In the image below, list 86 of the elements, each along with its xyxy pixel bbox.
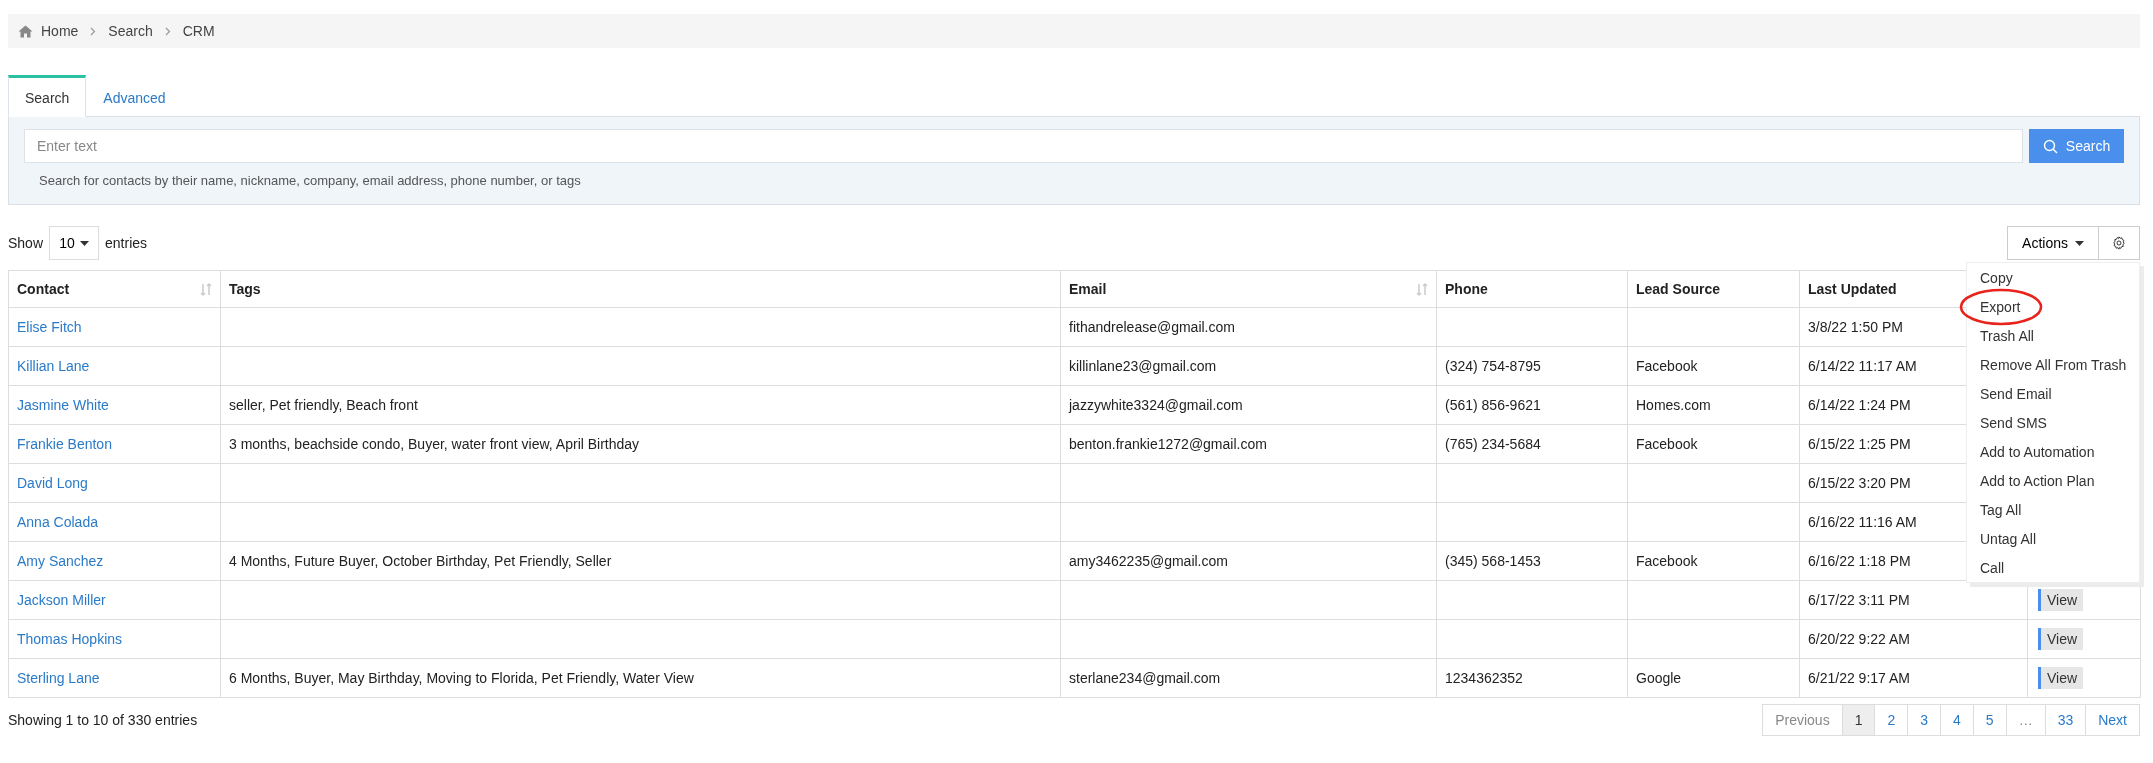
settings-icon <box>2112 236 2126 250</box>
column-header: Contact <box>17 281 70 297</box>
menu-item[interactable]: Untag All <box>1980 530 2037 547</box>
menu-item[interactable]: Send SMS <box>1980 414 2047 431</box>
home-icon[interactable] <box>18 24 33 38</box>
page-link[interactable]: 2 <box>1874 704 1909 736</box>
tab[interactable]: Advanced <box>86 75 183 116</box>
entries-info: Showing 1 to 10 of 330 entries <box>8 712 198 728</box>
contact-link[interactable]: David Long <box>17 475 88 491</box>
page-link[interactable]: Next <box>2085 704 2140 736</box>
caret-icon <box>2075 240 2084 246</box>
search-field[interactable]: Enter text <box>24 129 2023 163</box>
table-cell: 6/21/22 9:17 AM <box>1808 670 1910 686</box>
contact-link[interactable]: Frankie Benton <box>17 436 112 452</box>
table-cell: 1234362352 <box>1445 670 1523 686</box>
view-button[interactable]: View <box>2038 667 2084 689</box>
table-cell: 4 Months, Future Buyer, October Birthday, Pet Friendly, Seller <box>229 553 612 569</box>
page-link[interactable]: 33 <box>2044 704 2087 736</box>
breadcrumb-link[interactable]: CRM <box>182 23 215 39</box>
table-cell: 6/16/22 11:16 AM <box>1808 514 1917 530</box>
table-cell: Facebook <box>1636 553 1698 569</box>
menu-item[interactable]: Add to Automation <box>1980 443 2095 460</box>
table-cell: benton.frankie1272@gmail.com <box>1069 436 1267 452</box>
contact-link[interactable]: Sterling Lane <box>17 670 100 686</box>
settings-button[interactable] <box>2099 226 2140 260</box>
actions-button[interactable]: Actions <box>2007 226 2099 260</box>
tab[interactable]: Search <box>8 75 87 117</box>
table-cell: Google <box>1636 670 1682 686</box>
menu-item[interactable]: Copy <box>1980 269 2013 286</box>
page-link[interactable]: 1 <box>1841 704 1876 736</box>
table-cell: jazzywhite3324@gmail.com <box>1069 397 1243 413</box>
chevron-icon <box>90 26 97 36</box>
view-button[interactable]: View <box>2038 628 2084 650</box>
table-cell: 6/14/22 11:17 AM <box>1808 358 1917 374</box>
contact-link[interactable]: Jackson Miller <box>17 592 106 608</box>
menu-item[interactable]: Call <box>1980 559 2005 576</box>
table-cell: (345) 568-1453 <box>1445 553 1541 569</box>
chevron-icon <box>164 26 171 36</box>
table-cell: Facebook <box>1636 436 1698 452</box>
table-cell: 3 months, beachside condo, Buyer, water front view, April Birthday <box>229 436 640 452</box>
menu-item[interactable]: Tag All <box>1980 501 2022 518</box>
column-header: Email <box>1069 281 1107 297</box>
table-cell: 6 Months, Buyer, May Birthday, Moving to Florida, Pet Friendly, Water View <box>229 670 694 686</box>
column-header: Lead Source <box>1636 281 1721 297</box>
menu-item[interactable]: Trash All <box>1980 327 2034 344</box>
page-size-select[interactable]: 10 <box>49 226 100 260</box>
menu-item[interactable]: Send Email <box>1980 385 2052 402</box>
column-header: Phone <box>1445 281 1488 297</box>
caret-icon <box>79 240 89 246</box>
contact-link[interactable]: Amy Sanchez <box>17 553 104 569</box>
table-cell: (561) 856-9621 <box>1445 397 1541 413</box>
table-cell: 6/17/22 3:11 PM <box>1808 592 1910 608</box>
page-link[interactable]: 5 <box>1972 704 2007 736</box>
table-cell: sterlane234@gmail.com <box>1069 670 1221 686</box>
contact-link[interactable]: Thomas Hopkins <box>17 631 123 647</box>
table-cell: fithandrelease@gmail.com <box>1069 319 1235 335</box>
table-cell: 3/8/22 1:50 PM <box>1808 319 1903 335</box>
entries-label: entries <box>105 235 148 251</box>
contact-link[interactable]: Elise Fitch <box>17 319 82 335</box>
table-cell: (324) 754-8795 <box>1445 358 1541 374</box>
column-header: Last Updated <box>1808 281 1897 297</box>
table-cell: Homes.com <box>1636 397 1711 413</box>
contact-link[interactable]: Killian Lane <box>17 358 90 374</box>
table-cell: 6/15/22 1:25 PM <box>1808 436 1911 452</box>
contact-link[interactable]: Jasmine White <box>17 397 109 413</box>
table-cell: 6/20/22 9:22 AM <box>1808 631 1910 647</box>
breadcrumb-link[interactable]: Home <box>41 23 79 39</box>
contact-link[interactable]: Anna Colada <box>17 514 98 530</box>
column-header: Tags <box>229 281 261 297</box>
menu-item[interactable]: Remove All From Trash <box>1980 356 2127 373</box>
table-cell: seller, Pet friendly, Beach front <box>229 397 418 413</box>
table-cell: amy3462235@gmail.com <box>1069 553 1228 569</box>
breadcrumb-link[interactable]: Search <box>108 23 153 39</box>
table-cell: Facebook <box>1636 358 1698 374</box>
table-cell: 6/16/22 1:18 PM <box>1808 553 1911 569</box>
help-text: Search for contacts by their name, nickname, company, email address, phone number, or tags <box>39 173 582 188</box>
page-link[interactable]: 4 <box>1940 704 1974 736</box>
table-cell: (765) 234-5684 <box>1445 436 1541 452</box>
page-link[interactable]: 3 <box>1907 704 1942 736</box>
table-cell: 6/15/22 3:20 PM <box>1808 475 1911 491</box>
search-icon <box>2042 138 2058 154</box>
show-label: Show <box>8 235 44 251</box>
table-cell: 6/14/22 1:24 PM <box>1808 397 1911 413</box>
menu-item[interactable]: Add to Action Plan <box>1980 472 2095 489</box>
view-button[interactable]: View <box>2038 589 2084 611</box>
table-cell: killinlane23@gmail.com <box>1069 358 1217 374</box>
